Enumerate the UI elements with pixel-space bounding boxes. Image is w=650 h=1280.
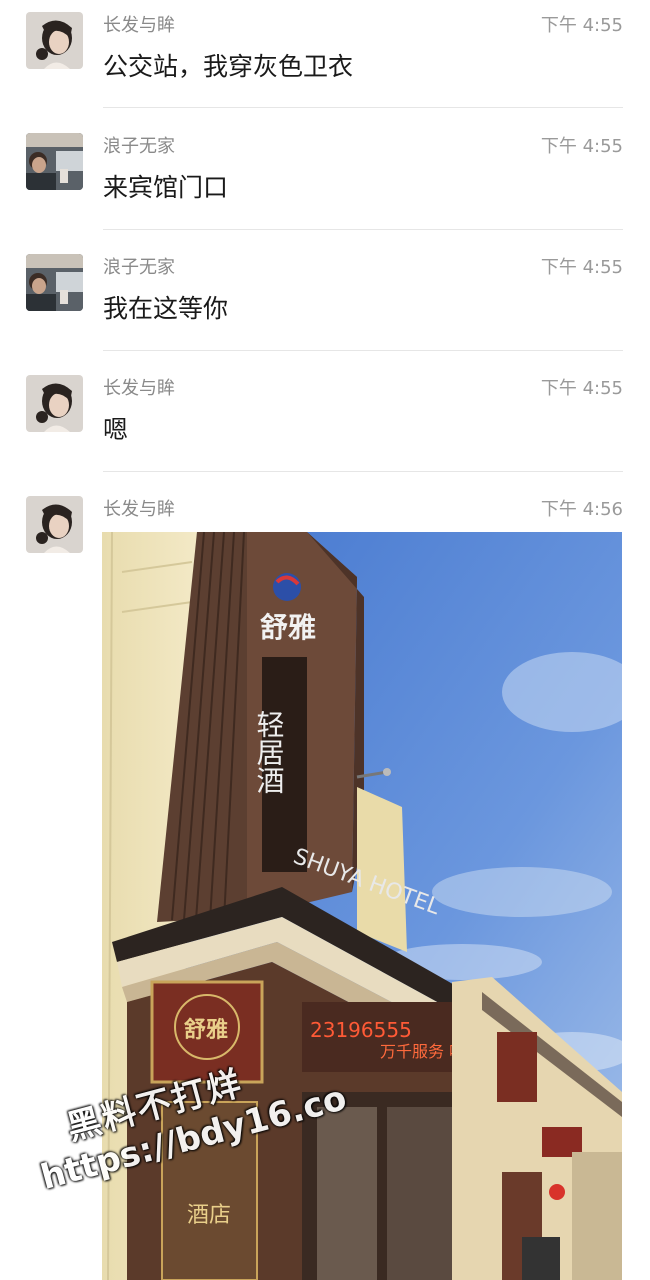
woman-avatar-icon — [26, 375, 83, 432]
avatar[interactable] — [26, 133, 83, 190]
avatar[interactable] — [26, 12, 83, 69]
message-text[interactable]: 来宾馆门口 — [103, 171, 228, 205]
sender-name: 长发与眸 — [103, 15, 175, 36]
message-item[interactable]: 长发与眸 下午 4:55 公交站，我穿灰色卫衣 — [0, 0, 650, 108]
sign-brand-text: 舒雅 — [260, 611, 316, 644]
timestamp: 下午 4:56 — [540, 499, 623, 520]
message-item[interactable]: 浪子无家 下午 4:55 我在这等你 — [0, 242, 650, 351]
divider — [103, 350, 623, 351]
sender-name: 浪子无家 — [103, 257, 175, 278]
man-car-avatar-icon — [26, 133, 83, 190]
sign-vertical-text: 轻居酒 — [253, 710, 286, 794]
divider — [103, 229, 623, 230]
hotel-photo: 舒雅 轻居酒 SHUYA HOTEL 舒雅 23196555 万千服务 响亮 酒… — [102, 532, 622, 1280]
avatar[interactable] — [26, 375, 83, 432]
timestamp: 下午 4:55 — [540, 378, 623, 399]
woman-avatar-icon — [26, 496, 83, 553]
sender-name: 长发与眸 — [103, 499, 175, 520]
avatar[interactable] — [26, 254, 83, 311]
timestamp: 下午 4:55 — [540, 257, 623, 278]
man-car-avatar-icon — [26, 254, 83, 311]
divider — [103, 471, 623, 472]
message-text[interactable]: 嗯 — [103, 413, 128, 447]
message-item[interactable]: 长发与眸 下午 4:55 嗯 — [0, 363, 650, 472]
message-item[interactable]: 浪子无家 下午 4:55 来宾馆门口 — [0, 121, 650, 230]
message-text[interactable]: 我在这等你 — [103, 292, 228, 326]
sender-name: 浪子无家 — [103, 136, 175, 157]
image-message[interactable]: 舒雅 轻居酒 SHUYA HOTEL 舒雅 23196555 万千服务 响亮 酒… — [102, 532, 622, 1280]
sender-name: 长发与眸 — [103, 378, 175, 399]
timestamp: 下午 4:55 — [540, 136, 623, 157]
divider — [103, 107, 623, 108]
timestamp: 下午 4:55 — [540, 15, 623, 36]
avatar[interactable] — [26, 496, 83, 553]
message-text[interactable]: 公交站，我穿灰色卫衣 — [103, 50, 353, 84]
door-sign-text: 舒雅 — [184, 1017, 228, 1043]
door-sign-lower-text: 酒店 — [187, 1203, 231, 1228]
woman-avatar-icon — [26, 12, 83, 69]
